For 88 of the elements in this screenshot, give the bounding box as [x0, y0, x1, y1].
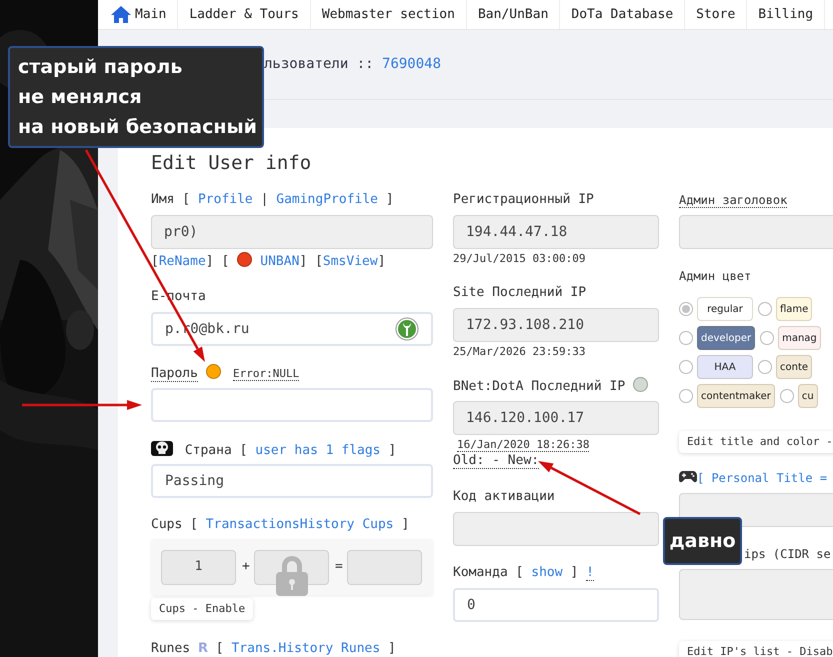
radio-button[interactable]: [679, 331, 693, 345]
label-text: ]: [400, 517, 410, 532]
link[interactable]: [ Personal Title =: [697, 471, 828, 485]
operator-text: +: [242, 558, 248, 576]
cups-input[interactable]: [347, 550, 422, 584]
label-text: ] [: [206, 254, 230, 269]
label-text: Пароль: [151, 366, 198, 382]
label-text: ]: [387, 443, 396, 458]
label-text: Команда [: [453, 565, 524, 580]
color-tag[interactable]: developer: [697, 326, 756, 350]
cups-input[interactable]: 1: [161, 550, 236, 584]
color-tag[interactable]: flame: [776, 297, 812, 321]
label-text: ]: [569, 565, 580, 580]
input-field[interactable]: 146.120.100.17: [453, 401, 659, 435]
nav-tab[interactable]: Webmaster section: [310, 0, 467, 29]
radio-button[interactable]: [758, 360, 772, 374]
operator-text: =: [335, 558, 341, 576]
input-field[interactable]: Passing: [151, 464, 433, 498]
date-text: 29/Jul/2015 03:00:09: [453, 252, 586, 265]
link[interactable]: show: [531, 565, 563, 580]
input-field[interactable]: 194.44.47.18: [453, 215, 659, 249]
color-tag[interactable]: conte: [776, 355, 812, 379]
breadcrumb-text: льзователи ::: [264, 55, 375, 74]
nav-tab[interactable]: DoTa Database: [560, 0, 686, 29]
input-field[interactable]: [151, 388, 433, 422]
label-text: Страна [: [184, 443, 248, 458]
status-text: 16/Jan/2020 18:26:38: [457, 438, 590, 452]
label-text: Site Последний IP: [453, 285, 586, 300]
nav-tab[interactable]: Ladder & Tours: [178, 0, 311, 29]
nav-tab[interactable]: Store: [685, 0, 748, 29]
label-text: Код активации: [453, 489, 555, 504]
label-text: ] [: [299, 254, 323, 269]
label-text: Админ заголовок: [679, 193, 788, 208]
home-icon: [111, 6, 131, 23]
link[interactable]: GamingProfile: [276, 192, 378, 207]
tooltip-text: давно: [669, 529, 736, 554]
info-tag: Edit IP's list - Disab: [679, 641, 833, 657]
nav-tab[interactable]: Main: [100, 0, 178, 29]
rune-icon: R: [198, 641, 208, 656]
emblem-icon: [395, 317, 419, 341]
link[interactable]: user has 1 flags: [255, 443, 381, 458]
label-text: ips (CIDR se: [744, 547, 831, 561]
link[interactable]: Trans.History Runes: [231, 641, 380, 656]
page-heading: Edit User info: [151, 151, 312, 176]
link[interactable]: SmsView: [322, 254, 378, 269]
link[interactable]: UNBAN: [260, 254, 300, 269]
input-field[interactable]: 172.93.108.210: [453, 308, 659, 342]
gamepad-icon: [679, 470, 697, 483]
input-field[interactable]: 0: [453, 588, 659, 622]
label-text: BNet:DotA Последний IP: [453, 379, 626, 394]
radio-button[interactable]: [780, 389, 794, 403]
link[interactable]: ReName: [158, 254, 206, 269]
radio-button[interactable]: [679, 360, 693, 374]
input-field[interactable]: [453, 512, 659, 546]
radio-button[interactable]: [758, 302, 772, 316]
label-text: Old: - New:: [453, 453, 540, 469]
radio-button[interactable]: [679, 389, 693, 403]
label-text: Регистрационный IP: [453, 192, 594, 207]
input-field[interactable]: pr0): [151, 215, 433, 249]
tooltip-text: старый пароль не менялся на новый безопасный: [18, 56, 257, 138]
label-text: |: [260, 192, 270, 207]
color-tag[interactable]: cu: [798, 384, 818, 408]
label-text: [: [151, 254, 159, 269]
link[interactable]: Profile: [198, 192, 253, 207]
color-tag[interactable]: HAA: [697, 355, 753, 379]
info-tag: Edit title and color -: [679, 431, 833, 453]
label-text: Runes: [151, 641, 192, 656]
radio-button[interactable]: [760, 331, 774, 345]
radio-button[interactable]: [679, 302, 693, 316]
link[interactable]: !: [586, 565, 594, 581]
label-text: Cups [: [151, 517, 199, 532]
skull-icon: [151, 440, 173, 457]
status-text: Error:NULL: [232, 367, 300, 381]
nav-tab[interactable]: Billing: [747, 0, 826, 29]
label-text: Админ цвет: [679, 269, 752, 283]
label-text: [: [214, 641, 225, 656]
color-tag[interactable]: regular: [697, 297, 753, 321]
date-text: 25/Mar/2026 23:59:33: [453, 345, 586, 358]
user-id-link[interactable]: 7690048: [382, 54, 442, 75]
color-tag[interactable]: manag: [778, 326, 821, 350]
color-tag[interactable]: contentmaker: [697, 384, 775, 408]
label-text: ]: [387, 641, 396, 656]
link[interactable]: TransactionsHistory Cups: [206, 517, 394, 532]
label-text: Имя [: [151, 192, 192, 207]
label-text: ]: [384, 192, 394, 207]
info-tag: Cups - Enable: [151, 598, 254, 620]
nav-tab[interactable]: Ban/UnBan: [466, 0, 560, 29]
label-text: ]: [378, 254, 386, 269]
